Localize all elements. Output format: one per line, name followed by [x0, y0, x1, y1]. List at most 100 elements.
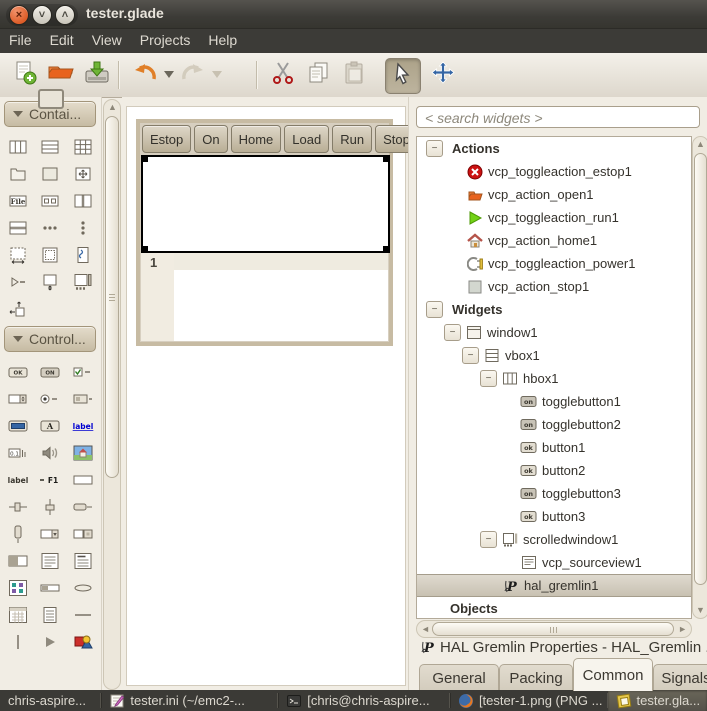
tree-hscrollbar-thumb[interactable] — [432, 622, 674, 636]
design-button-on[interactable]: On — [194, 125, 227, 153]
image-icon[interactable] — [70, 439, 96, 466]
taskbar-item-4[interactable]: [tester-1.png (PNG ... — [450, 690, 607, 711]
tree-row-scrolledwindow1[interactable]: −scrolledwindow1 — [417, 528, 691, 551]
spinbutton-icon[interactable] — [5, 385, 31, 412]
selection-handle[interactable] — [383, 155, 390, 162]
palette-scrollbar[interactable]: ▲ — [103, 99, 121, 690]
tree-row-button3[interactable]: okbutton3 — [417, 505, 691, 528]
open-button[interactable] — [44, 58, 78, 92]
tree-expander-icon[interactable]: − — [480, 370, 497, 387]
tab-packing[interactable]: Packing — [499, 664, 573, 691]
tab-general[interactable]: General — [419, 664, 499, 691]
taskbar-item-5[interactable]: tester.gla... — [608, 690, 707, 711]
cut-button[interactable] — [266, 58, 300, 92]
new-button[interactable] — [8, 58, 42, 92]
vscale-icon[interactable] — [37, 493, 63, 520]
selection-handle[interactable] — [383, 246, 390, 253]
volumebutton-icon[interactable] — [37, 439, 63, 466]
menu-file[interactable]: File — [0, 29, 41, 52]
toolpalette-icon[interactable] — [70, 214, 96, 241]
tree-row-vcp_toggleaction_estop1[interactable]: vcp_toggleaction_estop1 — [417, 160, 691, 183]
progressbar-icon[interactable] — [37, 574, 63, 601]
accellabel-icon[interactable]: F1 — [37, 466, 63, 493]
hpaned-icon[interactable] — [70, 187, 96, 214]
tree-row-hbox1[interactable]: −hbox1 — [417, 367, 691, 390]
search-widgets-input[interactable]: < search widgets > — [416, 106, 700, 128]
infobar-icon[interactable] — [70, 241, 96, 268]
frame-icon[interactable] — [37, 160, 63, 187]
iconview-grid-icon[interactable] — [37, 241, 63, 268]
tab-common[interactable]: Common — [573, 658, 653, 691]
tree-expander-icon[interactable]: − — [426, 140, 443, 157]
palette-section-control[interactable]: Control... — [4, 326, 96, 352]
scroll-up-arrow-icon[interactable]: ▲ — [696, 140, 705, 149]
tree-row-button1[interactable]: okbutton1 — [417, 436, 691, 459]
tree-row-widgets[interactable]: −Widgets — [417, 298, 691, 321]
paste-button[interactable] — [338, 58, 372, 92]
menu-projects[interactable]: Projects — [131, 29, 200, 52]
minimize-button[interactable]: ˅ — [32, 5, 52, 25]
tree-expander-icon[interactable]: − — [444, 324, 461, 341]
close-button[interactable]: × — [9, 5, 29, 25]
tree-row-vcp_toggleaction_power1[interactable]: vcp_toggleaction_power1 — [417, 252, 691, 275]
tree-scrollbar-thumb[interactable] — [694, 153, 707, 585]
selector-button[interactable] — [385, 58, 421, 94]
design-button-estop[interactable]: Estop — [142, 125, 191, 153]
hseparator-pill-icon[interactable] — [70, 574, 96, 601]
aspectframe-icon[interactable] — [37, 268, 63, 295]
tree-scrollbar[interactable]: ▲ ▼ — [692, 136, 707, 619]
design-canvas[interactable]: EstopOnHomeLoadRunStop 1 — [126, 106, 406, 686]
vcp-sourceview-widget[interactable]: 1 — [141, 253, 388, 341]
checkbutton-icon[interactable] — [70, 358, 96, 385]
tree-row-togglebutton2[interactable]: ontogglebutton2 — [417, 413, 691, 436]
tab-signals[interactable]: Signals — [653, 664, 707, 691]
design-button-home[interactable]: Home — [231, 125, 282, 153]
undo-button[interactable] — [128, 58, 162, 92]
taskbar-item-1[interactable]: chris-aspire... — [0, 690, 100, 711]
tree-row-vbox1[interactable]: −vbox1 — [417, 344, 691, 367]
palette-scrollbar-thumb[interactable] — [105, 116, 119, 478]
hline-icon[interactable] — [70, 601, 96, 628]
tree-row-vcp_action_stop1[interactable]: vcp_action_stop1 — [417, 275, 691, 298]
calendar-icon[interactable] — [5, 601, 31, 628]
toolbar-icon[interactable] — [37, 214, 63, 241]
viewport-icon[interactable] — [5, 241, 31, 268]
drawingarea-icon[interactable] — [70, 628, 96, 655]
entry-icon[interactable] — [70, 466, 96, 493]
linkbutton-icon[interactable]: label — [70, 412, 96, 439]
hal-gremlin-widget-selected[interactable] — [141, 155, 390, 253]
tree-row-vcp_action_home1[interactable]: vcp_action_home1 — [417, 229, 691, 252]
tree-expander-icon[interactable]: − — [462, 347, 479, 364]
statusbar-icon[interactable] — [5, 547, 31, 574]
listview-icon[interactable] — [37, 601, 63, 628]
tree-row-vcp_sourceview1[interactable]: vcp_sourceview1 — [417, 551, 691, 574]
design-button-load[interactable]: Load — [284, 125, 329, 153]
filechooserbutton-icon[interactable]: File — [5, 187, 31, 214]
tree-row-window1[interactable]: −window1 — [417, 321, 691, 344]
design-button-run[interactable]: Run — [332, 125, 372, 153]
designed-window1[interactable]: EstopOnHomeLoadRunStop 1 — [136, 119, 393, 346]
save-button[interactable] — [80, 58, 114, 92]
hscale-icon[interactable] — [5, 493, 31, 520]
table-icon[interactable] — [70, 133, 96, 160]
tree-row-objects[interactable]: Objects — [417, 597, 691, 619]
scalebutton-icon[interactable]: 0.1 — [5, 439, 31, 466]
hbox-icon[interactable] — [5, 133, 31, 160]
menu-edit[interactable]: Edit — [41, 29, 83, 52]
tree-row-hal_gremlin1[interactable]: Phal_gremlin1 — [417, 574, 691, 597]
scroll-up-arrow-icon[interactable]: ▲ — [108, 103, 117, 112]
tree-row-actions[interactable]: −Actions — [417, 137, 691, 160]
selection-handle[interactable] — [141, 155, 148, 162]
combobox-icon[interactable] — [70, 385, 96, 412]
arrow-icon[interactable] — [37, 628, 63, 655]
textview-icon[interactable] — [37, 547, 63, 574]
taskbar-item-2[interactable]: tester.ini (~/emc2-... — [101, 690, 277, 711]
notebook-icon[interactable] — [5, 160, 31, 187]
button-icon[interactable]: OK — [5, 358, 31, 385]
tree-row-togglebutton3[interactable]: ontogglebutton3 — [417, 482, 691, 505]
tree-hscrollbar[interactable]: ◄ ► — [416, 620, 692, 638]
hbuttonbox-icon[interactable] — [37, 187, 63, 214]
tree-row-vcp_action_open1[interactable]: vcp_action_open1 — [417, 183, 691, 206]
redo-button[interactable] — [176, 58, 210, 92]
menu-help[interactable]: Help — [199, 29, 246, 52]
